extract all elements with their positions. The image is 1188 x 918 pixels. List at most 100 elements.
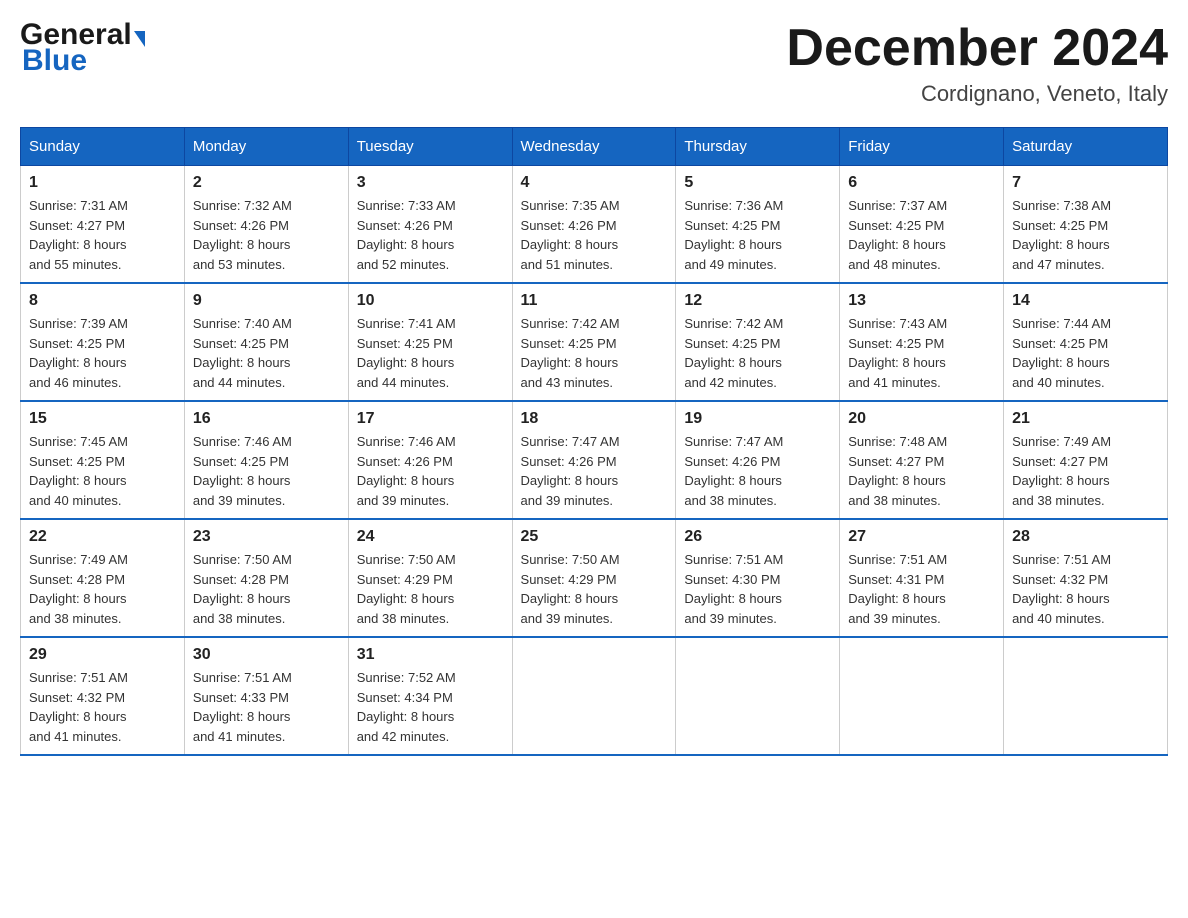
week-row-3: 15 Sunrise: 7:45 AMSunset: 4:25 PMDaylig… <box>21 401 1168 519</box>
calendar-cell: 2 Sunrise: 7:32 AMSunset: 4:26 PMDayligh… <box>184 166 348 284</box>
day-number: 10 <box>357 292 504 310</box>
day-info: Sunrise: 7:51 AMSunset: 4:31 PMDaylight:… <box>848 550 995 628</box>
day-number: 13 <box>848 292 995 310</box>
day-info: Sunrise: 7:49 AMSunset: 4:28 PMDaylight:… <box>29 550 176 628</box>
day-info: Sunrise: 7:50 AMSunset: 4:28 PMDaylight:… <box>193 550 340 628</box>
week-row-1: 1 Sunrise: 7:31 AMSunset: 4:27 PMDayligh… <box>21 166 1168 284</box>
day-info: Sunrise: 7:48 AMSunset: 4:27 PMDaylight:… <box>848 432 995 510</box>
calendar-cell: 15 Sunrise: 7:45 AMSunset: 4:25 PMDaylig… <box>21 401 185 519</box>
calendar-cell: 28 Sunrise: 7:51 AMSunset: 4:32 PMDaylig… <box>1004 519 1168 637</box>
calendar-table: SundayMondayTuesdayWednesdayThursdayFrid… <box>20 127 1168 756</box>
day-number: 17 <box>357 410 504 428</box>
calendar-cell: 26 Sunrise: 7:51 AMSunset: 4:30 PMDaylig… <box>676 519 840 637</box>
calendar-cell: 20 Sunrise: 7:48 AMSunset: 4:27 PMDaylig… <box>840 401 1004 519</box>
calendar-cell: 8 Sunrise: 7:39 AMSunset: 4:25 PMDayligh… <box>21 283 185 401</box>
day-info: Sunrise: 7:35 AMSunset: 4:26 PMDaylight:… <box>521 196 668 274</box>
day-number: 5 <box>684 174 831 192</box>
day-info: Sunrise: 7:50 AMSunset: 4:29 PMDaylight:… <box>357 550 504 628</box>
day-info: Sunrise: 7:42 AMSunset: 4:25 PMDaylight:… <box>521 314 668 392</box>
calendar-cell: 11 Sunrise: 7:42 AMSunset: 4:25 PMDaylig… <box>512 283 676 401</box>
calendar-cell: 14 Sunrise: 7:44 AMSunset: 4:25 PMDaylig… <box>1004 283 1168 401</box>
day-info: Sunrise: 7:36 AMSunset: 4:25 PMDaylight:… <box>684 196 831 274</box>
page-header: General Blue December 2024 Cordignano, V… <box>20 20 1168 107</box>
day-info: Sunrise: 7:42 AMSunset: 4:25 PMDaylight:… <box>684 314 831 392</box>
calendar-cell: 30 Sunrise: 7:51 AMSunset: 4:33 PMDaylig… <box>184 637 348 755</box>
day-number: 6 <box>848 174 995 192</box>
day-info: Sunrise: 7:43 AMSunset: 4:25 PMDaylight:… <box>848 314 995 392</box>
calendar-cell: 6 Sunrise: 7:37 AMSunset: 4:25 PMDayligh… <box>840 166 1004 284</box>
day-number: 3 <box>357 174 504 192</box>
day-number: 26 <box>684 528 831 546</box>
calendar-cell: 23 Sunrise: 7:50 AMSunset: 4:28 PMDaylig… <box>184 519 348 637</box>
day-number: 12 <box>684 292 831 310</box>
calendar-cell: 16 Sunrise: 7:46 AMSunset: 4:25 PMDaylig… <box>184 401 348 519</box>
calendar-cell: 10 Sunrise: 7:41 AMSunset: 4:25 PMDaylig… <box>348 283 512 401</box>
header-friday: Friday <box>840 128 1004 166</box>
calendar-cell: 3 Sunrise: 7:33 AMSunset: 4:26 PMDayligh… <box>348 166 512 284</box>
day-number: 22 <box>29 528 176 546</box>
day-number: 18 <box>521 410 668 428</box>
day-number: 31 <box>357 646 504 664</box>
header-sunday: Sunday <box>21 128 185 166</box>
day-number: 8 <box>29 292 176 310</box>
calendar-cell: 19 Sunrise: 7:47 AMSunset: 4:26 PMDaylig… <box>676 401 840 519</box>
calendar-cell: 9 Sunrise: 7:40 AMSunset: 4:25 PMDayligh… <box>184 283 348 401</box>
header-row: SundayMondayTuesdayWednesdayThursdayFrid… <box>21 128 1168 166</box>
day-number: 9 <box>193 292 340 310</box>
day-number: 15 <box>29 410 176 428</box>
month-title: December 2024 <box>786 20 1168 77</box>
day-number: 29 <box>29 646 176 664</box>
day-info: Sunrise: 7:32 AMSunset: 4:26 PMDaylight:… <box>193 196 340 274</box>
calendar-cell: 24 Sunrise: 7:50 AMSunset: 4:29 PMDaylig… <box>348 519 512 637</box>
day-number: 11 <box>521 292 668 310</box>
day-info: Sunrise: 7:46 AMSunset: 4:25 PMDaylight:… <box>193 432 340 510</box>
week-row-5: 29 Sunrise: 7:51 AMSunset: 4:32 PMDaylig… <box>21 637 1168 755</box>
day-info: Sunrise: 7:51 AMSunset: 4:30 PMDaylight:… <box>684 550 831 628</box>
calendar-body: 1 Sunrise: 7:31 AMSunset: 4:27 PMDayligh… <box>21 166 1168 756</box>
day-info: Sunrise: 7:37 AMSunset: 4:25 PMDaylight:… <box>848 196 995 274</box>
calendar-cell: 22 Sunrise: 7:49 AMSunset: 4:28 PMDaylig… <box>21 519 185 637</box>
calendar-header: SundayMondayTuesdayWednesdayThursdayFrid… <box>21 128 1168 166</box>
day-info: Sunrise: 7:49 AMSunset: 4:27 PMDaylight:… <box>1012 432 1159 510</box>
calendar-cell: 17 Sunrise: 7:46 AMSunset: 4:26 PMDaylig… <box>348 401 512 519</box>
day-info: Sunrise: 7:46 AMSunset: 4:26 PMDaylight:… <box>357 432 504 510</box>
day-number: 27 <box>848 528 995 546</box>
day-number: 19 <box>684 410 831 428</box>
logo-blue-text: Blue <box>22 46 145 76</box>
day-number: 23 <box>193 528 340 546</box>
day-info: Sunrise: 7:31 AMSunset: 4:27 PMDaylight:… <box>29 196 176 274</box>
calendar-cell <box>840 637 1004 755</box>
calendar-cell: 4 Sunrise: 7:35 AMSunset: 4:26 PMDayligh… <box>512 166 676 284</box>
calendar-cell: 31 Sunrise: 7:52 AMSunset: 4:34 PMDaylig… <box>348 637 512 755</box>
day-number: 30 <box>193 646 340 664</box>
day-info: Sunrise: 7:52 AMSunset: 4:34 PMDaylight:… <box>357 668 504 746</box>
day-info: Sunrise: 7:50 AMSunset: 4:29 PMDaylight:… <box>521 550 668 628</box>
week-row-4: 22 Sunrise: 7:49 AMSunset: 4:28 PMDaylig… <box>21 519 1168 637</box>
day-info: Sunrise: 7:51 AMSunset: 4:32 PMDaylight:… <box>29 668 176 746</box>
day-info: Sunrise: 7:40 AMSunset: 4:25 PMDaylight:… <box>193 314 340 392</box>
day-number: 1 <box>29 174 176 192</box>
calendar-cell: 25 Sunrise: 7:50 AMSunset: 4:29 PMDaylig… <box>512 519 676 637</box>
day-info: Sunrise: 7:41 AMSunset: 4:25 PMDaylight:… <box>357 314 504 392</box>
day-info: Sunrise: 7:39 AMSunset: 4:25 PMDaylight:… <box>29 314 176 392</box>
calendar-cell: 13 Sunrise: 7:43 AMSunset: 4:25 PMDaylig… <box>840 283 1004 401</box>
logo: General Blue <box>20 20 145 76</box>
day-number: 4 <box>521 174 668 192</box>
calendar-cell: 27 Sunrise: 7:51 AMSunset: 4:31 PMDaylig… <box>840 519 1004 637</box>
calendar-cell: 29 Sunrise: 7:51 AMSunset: 4:32 PMDaylig… <box>21 637 185 755</box>
day-number: 2 <box>193 174 340 192</box>
header-tuesday: Tuesday <box>348 128 512 166</box>
day-info: Sunrise: 7:38 AMSunset: 4:25 PMDaylight:… <box>1012 196 1159 274</box>
calendar-cell: 1 Sunrise: 7:31 AMSunset: 4:27 PMDayligh… <box>21 166 185 284</box>
day-number: 28 <box>1012 528 1159 546</box>
header-monday: Monday <box>184 128 348 166</box>
calendar-cell: 18 Sunrise: 7:47 AMSunset: 4:26 PMDaylig… <box>512 401 676 519</box>
calendar-cell: 12 Sunrise: 7:42 AMSunset: 4:25 PMDaylig… <box>676 283 840 401</box>
day-info: Sunrise: 7:45 AMSunset: 4:25 PMDaylight:… <box>29 432 176 510</box>
week-row-2: 8 Sunrise: 7:39 AMSunset: 4:25 PMDayligh… <box>21 283 1168 401</box>
day-number: 7 <box>1012 174 1159 192</box>
day-info: Sunrise: 7:51 AMSunset: 4:32 PMDaylight:… <box>1012 550 1159 628</box>
calendar-cell <box>1004 637 1168 755</box>
day-number: 21 <box>1012 410 1159 428</box>
calendar-cell: 21 Sunrise: 7:49 AMSunset: 4:27 PMDaylig… <box>1004 401 1168 519</box>
